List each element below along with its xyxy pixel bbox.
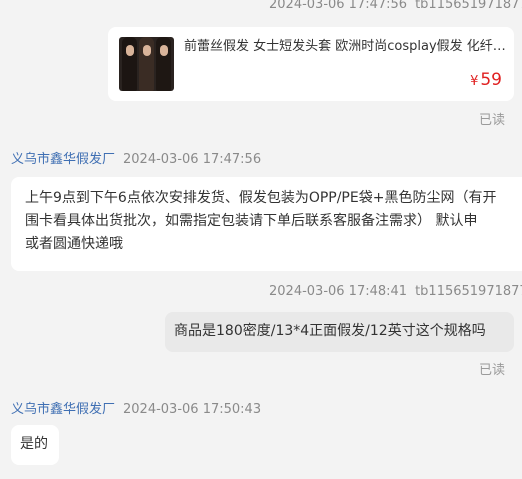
message-bubble: 是的	[11, 425, 59, 465]
product-card[interactable]: 前蕾丝假发 女士短发头套 欧洲时尚cosplay假发 化纤假发头套 ¥59	[108, 27, 514, 101]
sender-name: tb115651971877	[415, 284, 522, 299]
read-status: 已读	[479, 113, 506, 128]
message-time: 2024-03-06 17:47:56	[269, 0, 408, 12]
message-header: 义乌市鑫华假发厂 2024-03-06 17:50:43	[11, 398, 261, 417]
product-price: ¥59	[470, 69, 502, 93]
price-value: 59	[480, 70, 502, 90]
message-line: 或者圆通快递哦	[25, 236, 123, 252]
shop-name[interactable]: 义乌市鑫华假发厂	[11, 402, 115, 417]
message-time: 2024-03-06 17:47:56	[123, 152, 262, 167]
message-time: 2024-03-06 17:50:43	[123, 402, 262, 417]
shop-name[interactable]: 义乌市鑫华假发厂	[11, 152, 115, 167]
message-bubble: 上午9点到下午6点依次安排发货、假发包装为OPP/PE袋+黑色防尘网（有开 围卡…	[11, 177, 522, 271]
message-header: 2024-03-06 17:47:56 tb115651971877	[269, 0, 522, 12]
message-text: 是的	[20, 436, 48, 452]
read-status: 已读	[479, 363, 506, 378]
message-line: 围卡看具体出货批次，如需指定包装请下单后联系客服备注需求） 默认申	[25, 213, 478, 229]
message-line: 上午9点到下午6点依次安排发货、假发包装为OPP/PE袋+黑色防尘网（有开	[25, 190, 497, 206]
message-header: 义乌市鑫华假发厂 2024-03-06 17:47:56	[11, 148, 261, 167]
message-header: 2024-03-06 17:48:41 tb115651971877	[269, 284, 522, 299]
product-thumbnail[interactable]	[119, 37, 174, 91]
currency-symbol: ¥	[470, 74, 479, 89]
product-title[interactable]: 前蕾丝假发 女士短发头套 欧洲时尚cosplay假发 化纤假发头套	[184, 36, 506, 58]
message-bubble: 商品是180密度/13*4正面假发/12英寸这个规格吗	[165, 312, 514, 352]
message-time: 2024-03-06 17:48:41	[269, 284, 408, 299]
sender-name: tb115651971877	[415, 0, 522, 12]
message-text: 商品是180密度/13*4正面假发/12英寸这个规格吗	[174, 323, 486, 339]
